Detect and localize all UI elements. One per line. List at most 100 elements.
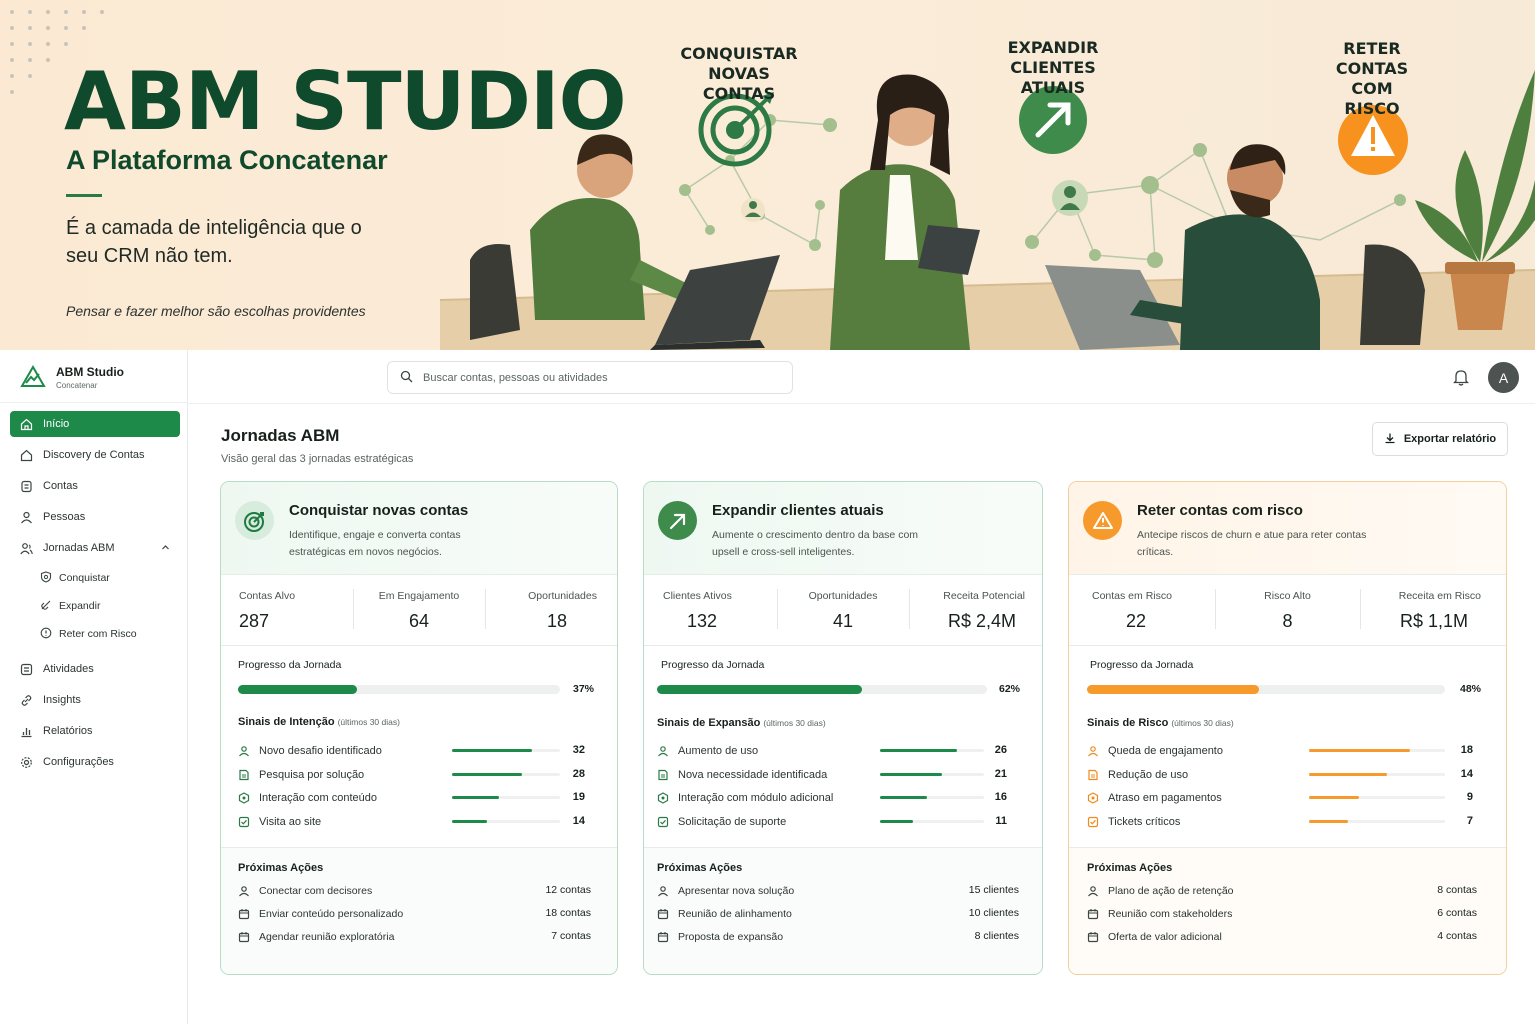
sidebar-item-pessoas[interactable]: Pessoas <box>10 504 180 530</box>
search-input[interactable]: Buscar contas, pessoas ou atividades <box>387 361 793 394</box>
warning-icon <box>1083 501 1122 540</box>
signal-bar <box>880 749 984 752</box>
divider <box>221 645 617 646</box>
signal-row[interactable]: Aumento de uso <box>657 743 758 759</box>
brand[interactable]: ABM Studio Concatenar <box>20 364 124 390</box>
signal-bar-fill <box>880 773 942 776</box>
chevron-up-icon[interactable] <box>161 543 170 555</box>
signal-label: Novo desafio identificado <box>259 745 382 757</box>
action-count: 7 contas <box>551 930 591 942</box>
signal-row[interactable]: Redução de uso <box>1087 767 1188 783</box>
discovery-icon <box>20 449 33 462</box>
signal-bar <box>1309 749 1445 752</box>
action-row[interactable]: Conectar com decisores <box>238 883 372 899</box>
export-label: Exportar relatório <box>1403 433 1497 445</box>
signal-icon <box>1087 792 1100 804</box>
page-title: Jornadas ABM <box>221 426 340 445</box>
action-count: 8 contas <box>1437 884 1477 896</box>
sidebar-nav: Início Discovery de Contas Contas Pessoa… <box>10 411 180 780</box>
metric-label: Risco Alto <box>1264 590 1311 602</box>
progress-fill <box>238 685 358 694</box>
sidebar-subitem-reter[interactable]: Reter com Risco <box>10 622 180 646</box>
hero-tagline: É a camada de inteligência que o seu CRM… <box>66 217 362 267</box>
export-report-button[interactable]: Exportar relatório <box>1372 422 1508 456</box>
sidebar-item-label: Jornadas ABM <box>43 542 115 554</box>
signal-row[interactable]: Queda de engajamento <box>1087 743 1223 759</box>
signal-bar <box>452 749 560 752</box>
hero-label-expandir: EXPANDIR CLIENTES ATUAIS <box>1007 38 1099 97</box>
signal-row[interactable]: Novo desafio identificado <box>238 743 382 759</box>
signal-value: 26 <box>994 744 1007 756</box>
signal-icon <box>238 769 251 781</box>
signal-value: 16 <box>994 791 1007 803</box>
sidebar-item-jornadas[interactable]: Jornadas ABM <box>10 535 180 561</box>
signal-value: 9 <box>1466 791 1473 803</box>
hero-banner: ABM STUDIO A Plataforma Concatenar É a c… <box>0 0 1535 350</box>
action-row[interactable]: Reunião com stakeholders <box>1087 906 1232 922</box>
bell-icon[interactable] <box>1452 368 1470 391</box>
sidebar-item-atividades[interactable]: Atividades <box>10 656 180 682</box>
action-row[interactable]: Reunião de alinhamento <box>657 906 792 922</box>
sidebar-item-relatorios[interactable]: Relatórios <box>10 718 180 744</box>
action-row[interactable]: Enviar conteúdo personalizado <box>238 906 403 922</box>
signal-bar-fill <box>452 749 532 752</box>
sidebar-item-contas[interactable]: Contas <box>10 473 180 499</box>
metric: Contas Alvo 287 <box>221 575 353 645</box>
action-row[interactable]: Plano de ação de retenção <box>1087 883 1234 899</box>
signal-row[interactable]: Nova necessidade identificada <box>657 767 827 783</box>
page-subtitle: Visão geral das 3 jornadas estratégicas <box>221 453 414 465</box>
brand-name: ABM Studio <box>56 364 124 379</box>
signal-value: 7 <box>1466 815 1473 827</box>
signals-title: Sinais de Risco (últimos 30 dias) <box>1087 717 1234 729</box>
sidebar-item-inicio[interactable]: Início <box>10 411 180 437</box>
progress-fill <box>1087 685 1259 694</box>
signal-label: Pesquisa por solução <box>259 769 365 781</box>
next-actions: Próximas Ações Plano de ação de retenção… <box>1069 848 1506 974</box>
signal-row[interactable]: Interação com módulo adicional <box>657 790 833 806</box>
action-row[interactable]: Proposta de expansão <box>657 929 783 945</box>
metric-label: Oportunidades <box>808 590 878 602</box>
alert-circle-icon <box>40 627 52 642</box>
metrics-row: Contas em Risco 22 Risco Alto 8 Receita … <box>1069 575 1506 645</box>
action-icon <box>238 908 251 920</box>
next-actions: Próximas Ações Conectar com decisores 12 … <box>221 848 617 974</box>
avatar[interactable]: A <box>1488 362 1519 393</box>
action-count: 8 clientes <box>974 930 1019 942</box>
sidebar-subitem-conquistar[interactable]: Conquistar <box>10 566 180 590</box>
sidebar-subitem-expandir[interactable]: Expandir <box>10 594 180 618</box>
signal-bar <box>1309 796 1445 799</box>
metrics-row: Contas Alvo 287 Em Engajamento 64 Oportu… <box>221 575 617 645</box>
user-icon <box>20 511 33 524</box>
metric-value: 287 <box>239 611 270 631</box>
progress-percent: 62% <box>999 683 1021 695</box>
signal-row[interactable]: Visita ao site <box>238 814 321 830</box>
action-row[interactable]: Oferta de valor adicional <box>1087 929 1222 945</box>
sidebar-item-insights[interactable]: Insights <box>10 687 180 713</box>
signal-row[interactable]: Interação com conteúdo <box>238 790 377 806</box>
metric-value: 132 <box>687 611 718 631</box>
progress-label: Progresso da Jornada <box>1090 659 1194 671</box>
signal-bar <box>452 796 560 799</box>
signal-bar <box>880 820 984 823</box>
action-label: Reunião de alinhamento <box>678 908 792 920</box>
sidebar-item-configuracoes[interactable]: Configurações <box>10 749 180 775</box>
signal-label: Interação com módulo adicional <box>678 792 834 804</box>
sidebar-subitem-label: Expandir <box>59 600 101 612</box>
signal-row[interactable]: Atraso em pagamentos <box>1087 790 1222 806</box>
signal-row[interactable]: Solicitação de suporte <box>657 814 786 830</box>
sidebar-item-label: Relatórios <box>43 725 93 737</box>
sidebar: ABM Studio Concatenar Início Discovery d… <box>0 350 188 1024</box>
journey-card-reter: Reter contas com risco Antecipe riscos d… <box>1068 481 1507 975</box>
signal-row[interactable]: Pesquisa por solução <box>238 767 364 783</box>
signal-bar-fill <box>1309 773 1387 776</box>
signals-period: (últimos 30 dias) <box>337 717 400 727</box>
action-row[interactable]: Agendar reunião exploratória <box>238 929 394 945</box>
signal-row[interactable]: Tickets críticos <box>1087 814 1180 830</box>
signal-label: Solicitação de suporte <box>678 816 787 828</box>
metric: Oportunidades 18 <box>485 575 617 645</box>
progress-percent: 48% <box>1460 683 1482 695</box>
action-row[interactable]: Apresentar nova solução <box>657 883 794 899</box>
sidebar-item-discovery[interactable]: Discovery de Contas <box>10 442 180 468</box>
hero-motto: Pensar e fazer melhor são escolhas provi… <box>66 303 366 319</box>
action-count: 6 contas <box>1437 907 1477 919</box>
